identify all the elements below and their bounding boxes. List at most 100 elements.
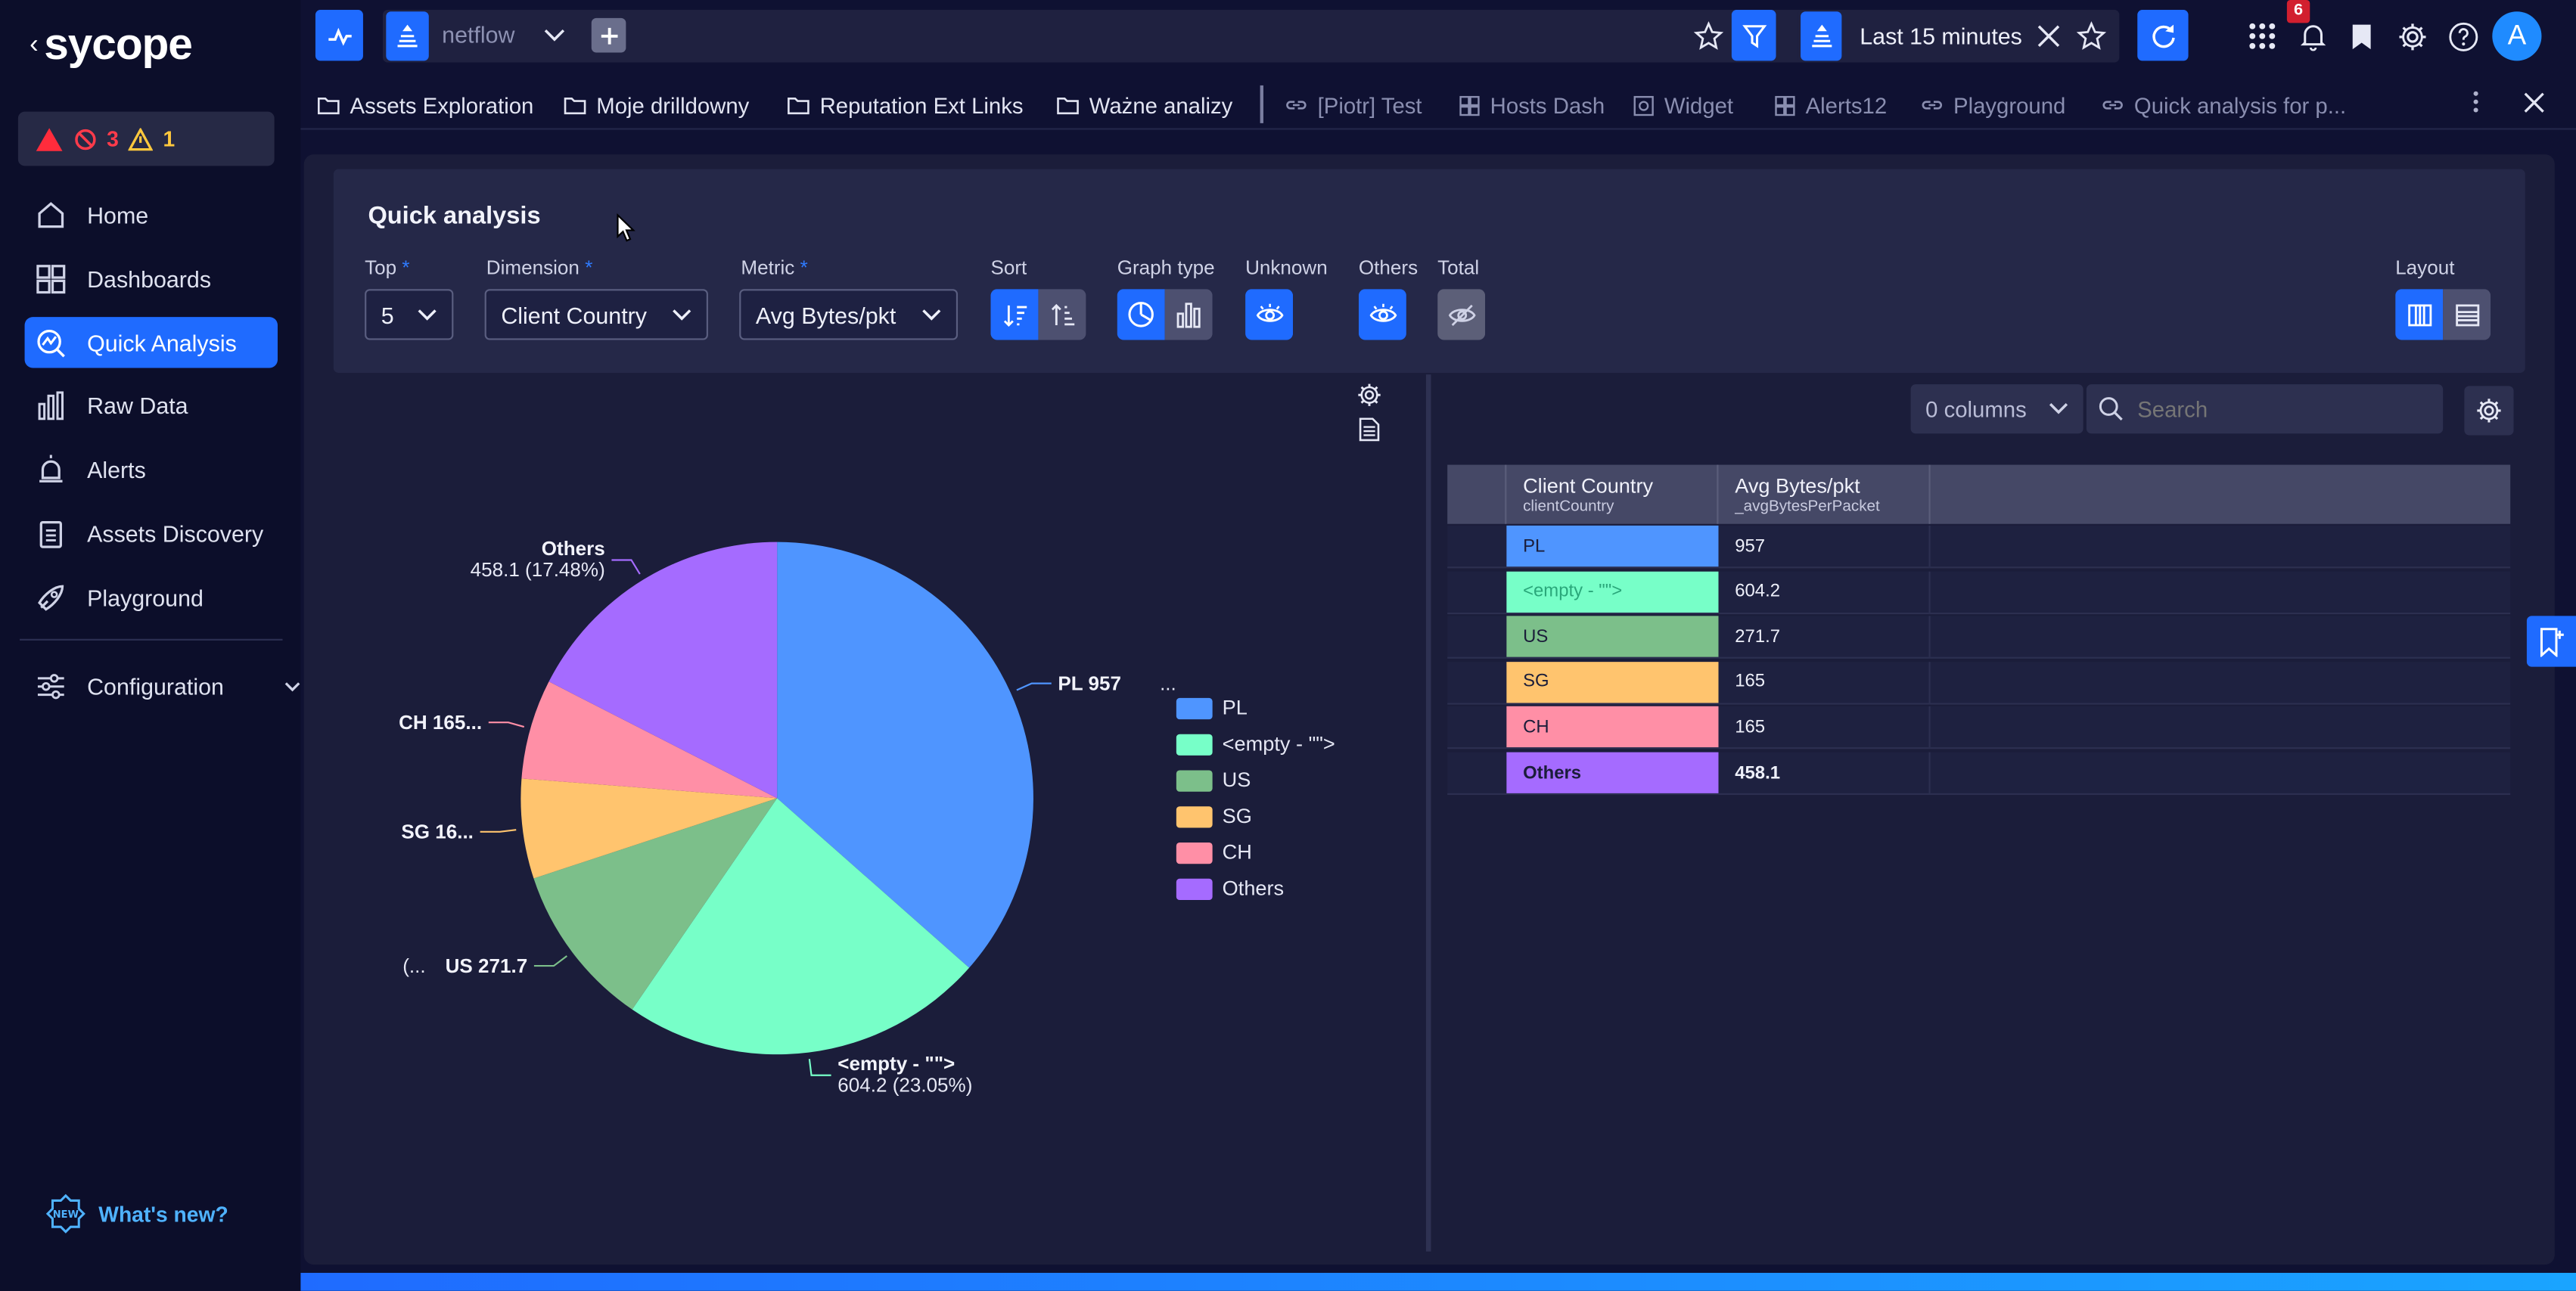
sidebar-item-quick-analysis[interactable]: Quick Analysis [24,317,278,368]
total-visibility-button[interactable] [1437,289,1486,340]
table-row[interactable]: SG 165 [1447,661,2511,705]
whats-new-link[interactable]: NEW What's new? [45,1193,228,1234]
settings-button[interactable] [2394,18,2430,54]
favorite-source-button[interactable] [1692,20,1725,52]
table-settings-button[interactable] [2464,386,2514,436]
tab-moje-drilldowny[interactable]: Moje drilldowny [564,80,749,129]
bookmarks-button[interactable] [2345,18,2377,54]
legend-item[interactable]: <empty - ""> [1176,726,1335,762]
tabs-more-button[interactable] [2461,85,2491,118]
time-range-label[interactable]: Last 15 minutes [1860,23,2022,49]
clear-time-button[interactable] [2032,20,2065,52]
chart-export-button[interactable] [1353,414,1383,443]
sidebar-item-playground[interactable]: Playground [25,572,278,622]
sidebar-item-assets-discovery[interactable]: Assets Discovery [25,507,278,558]
row-select-cell[interactable] [1447,616,1506,657]
pie-label-leader [808,1059,831,1076]
tab-playground[interactable]: Playground [1921,80,2065,129]
tabs-divider [1260,85,1263,123]
layout-rows-button[interactable] [2443,289,2491,340]
tab-label: Moje drilldowny [596,92,750,118]
filter-button[interactable] [1731,10,1776,61]
legend-item[interactable]: Others [1176,870,1335,907]
apps-grid-button[interactable] [2244,18,2280,54]
legend-item[interactable]: SG [1176,798,1335,834]
column-subtitle: clientCountry [1523,496,1614,515]
value-cell: 604.2 [1718,570,1931,613]
sort-asc-button[interactable] [1038,289,1086,340]
dimension-select[interactable]: Client Country [484,289,708,340]
chart-settings-button[interactable] [1353,380,1383,409]
tab-widget[interactable]: Widget [1633,80,1733,129]
activity-button[interactable] [315,10,363,61]
sidebar-item-alerts[interactable]: Alerts [25,443,278,494]
legend-label: US [1222,768,1251,792]
dimension-label: Dimension * [486,256,593,280]
sycope-logo[interactable]: ‹ sycope [30,20,193,70]
pie-slice-value-label: 458.1 (17.48%) [471,558,605,581]
sort-desc-button[interactable] [990,289,1039,340]
tab-wazne-analizy[interactable]: Ważne analizy [1056,80,1232,129]
column-header-client-country[interactable]: Client Country clientCountry [1506,464,1719,524]
sidebar-item-home[interactable]: Home [25,189,278,240]
tab-assets-exploration[interactable]: Assets Exploration [317,80,533,129]
source-type-button[interactable] [386,11,429,61]
layout-columns-button[interactable] [2395,289,2444,340]
source-dropdown[interactable] [539,20,568,49]
unknown-visibility-button[interactable] [1245,289,1294,340]
time-type-button[interactable] [1801,11,1842,61]
row-select-cell[interactable] [1447,526,1506,566]
refresh-button[interactable] [2137,10,2189,61]
table-row[interactable]: CH 165 [1447,706,2511,750]
help-button[interactable] [2444,18,2481,54]
tab-alerts12[interactable]: Alerts12 [1774,80,1887,129]
pie-chart-button[interactable] [1117,289,1165,340]
tab-hosts-dash[interactable]: Hosts Dash [1459,80,1605,129]
table-row[interactable]: PL 957 [1447,525,2511,569]
column-header-avg-bytes[interactable]: Avg Bytes/pkt _avgBytesPerPacket [1718,464,1931,524]
sidebar-item-dashboards[interactable]: Dashboards [25,253,278,303]
row-select-cell[interactable] [1447,571,1506,612]
bar-chart-button[interactable] [1164,289,1213,340]
legend-label: PL [1222,696,1248,720]
tab-quick-analysis-for[interactable]: Quick analysis for p... [2101,80,2346,129]
notifications-button[interactable] [2295,18,2332,54]
panel-splitter[interactable] [1425,374,1431,1252]
source-name[interactable]: netflow [442,21,514,48]
svg-text:NEW: NEW [53,1209,79,1221]
home-icon [38,201,64,228]
row-select-cell[interactable] [1447,662,1506,703]
side-bookmark-button[interactable] [2526,616,2576,667]
sidebar-item-raw-data[interactable]: Raw Data [25,380,278,430]
close-tabs-button[interactable] [2519,87,2548,116]
header-select-cell[interactable] [1447,464,1507,524]
alarm-summary[interactable]: 3 1 [17,111,275,166]
tab-reputation-ext-links[interactable]: Reputation Ext Links [787,80,1024,129]
table-row[interactable]: Others 458.1 [1447,752,2511,796]
quick-analysis-icon [37,328,65,357]
columns-select[interactable]: 0 columns [1910,384,2083,434]
dashboard-icon [36,264,66,293]
add-source-button[interactable] [591,17,626,53]
tab-label: Ważne analizy [1089,92,1233,118]
sort-toggle [990,289,1086,340]
user-avatar[interactable]: A [2492,11,2542,61]
table-row[interactable]: US 271.7 [1447,616,2511,659]
back-chevron-icon[interactable]: ‹ [30,31,39,59]
metric-select[interactable]: Avg Bytes/pkt [739,289,959,340]
row-select-cell[interactable] [1447,707,1506,748]
legend-item[interactable]: CH [1176,834,1335,870]
search-input[interactable] [2137,396,2434,422]
table-row[interactable]: <empty - ""> 604.2 [1447,570,2511,614]
column-subtitle: _avgBytesPerPacket [1735,496,1880,515]
sidebar-item-configuration[interactable]: Configuration [25,660,300,711]
tab-piotr-test[interactable]: [Piotr] Test [1285,80,1422,129]
others-visibility-button[interactable] [1358,289,1406,340]
top-select[interactable]: 5 [365,289,454,340]
rows-icon [2455,303,2479,326]
row-select-cell[interactable] [1447,753,1506,793]
favorite-time-button[interactable] [2075,20,2108,52]
legend-item[interactable]: PL [1176,690,1335,726]
pulse-icon [328,26,351,45]
legend-item[interactable]: US [1176,762,1335,799]
